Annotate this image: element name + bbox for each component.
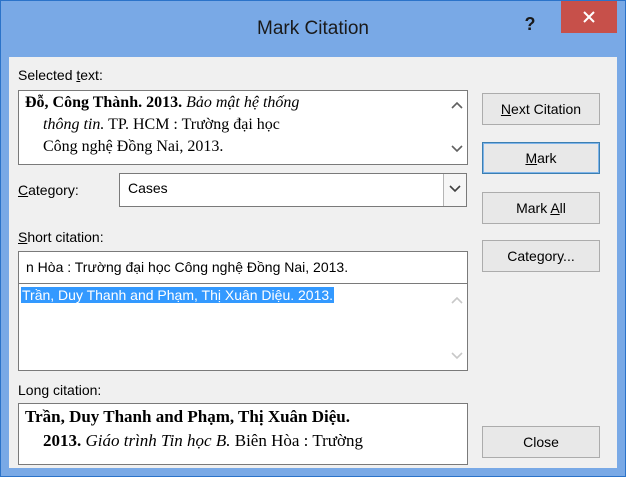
close-icon [583,11,595,23]
dialog-body: Selected text: Đỗ, Công Thành. 2013. Bảo… [9,57,617,468]
selected-text-line-2: thông tin. TP. HCM : Trường đại học [43,116,280,133]
short-citation-scrollbar[interactable] [447,284,467,370]
mark-citation-dialog: Mark Citation ? Selected text: Đỗ, Công … [0,0,626,477]
long-citation-line-2: 2013. Giáo trình Tin học B. Biên Hòa : T… [43,431,363,450]
mark-button[interactable]: Mark [482,142,600,174]
short-citation-label: Short citation: [18,229,104,245]
selected-text-line-1: Đỗ, Công Thành. 2013. Bảo mật hệ thống [25,94,300,111]
mark-all-button[interactable]: Mark All [482,192,600,224]
long-citation-line-1: Trần, Duy Thanh and Phạm, Thị Xuân Diệu. [25,407,351,426]
short-citation-input-text: n Hòa : Trường đại học Công nghệ Đồng Na… [26,259,349,275]
next-citation-button[interactable]: Next Citation [482,93,600,125]
scroll-up-icon[interactable] [447,290,467,310]
long-citation-label: Long citation: [18,382,102,398]
category-select[interactable]: Cases [119,173,467,207]
short-citation-list[interactable]: Trần, Duy Thanh and Phạm, Thị Xuân Diệu.… [18,283,468,371]
scroll-up-icon[interactable] [447,95,467,115]
selected-text-scrollbar[interactable] [447,91,467,164]
scroll-down-icon[interactable] [447,139,467,159]
title-bar[interactable]: Mark Citation ? [1,1,625,57]
category-label: Category: [18,182,79,198]
category-button[interactable]: Category... [482,240,600,272]
category-dropdown-button[interactable] [443,174,466,206]
selected-text-box[interactable]: Đỗ, Công Thành. 2013. Bảo mật hệ thống t… [18,90,468,165]
category-value: Cases [128,180,168,196]
selected-text-line-3: Công nghệ Đồng Nai, 2013. [43,138,224,155]
short-citation-input[interactable]: n Hòa : Trường đại học Công nghệ Đồng Na… [18,251,468,285]
list-item[interactable]: Trần, Duy Thanh and Phạm, Thị Xuân Diệu.… [21,287,335,303]
close-window-button[interactable] [561,1,617,33]
chevron-down-icon [449,185,461,193]
selected-text-label: Selected text: [18,67,103,83]
scroll-down-icon[interactable] [447,346,467,366]
long-citation-box[interactable]: Trần, Duy Thanh and Phạm, Thị Xuân Diệu.… [18,403,468,465]
close-button[interactable]: Close [482,426,600,458]
help-button[interactable]: ? [517,11,543,37]
